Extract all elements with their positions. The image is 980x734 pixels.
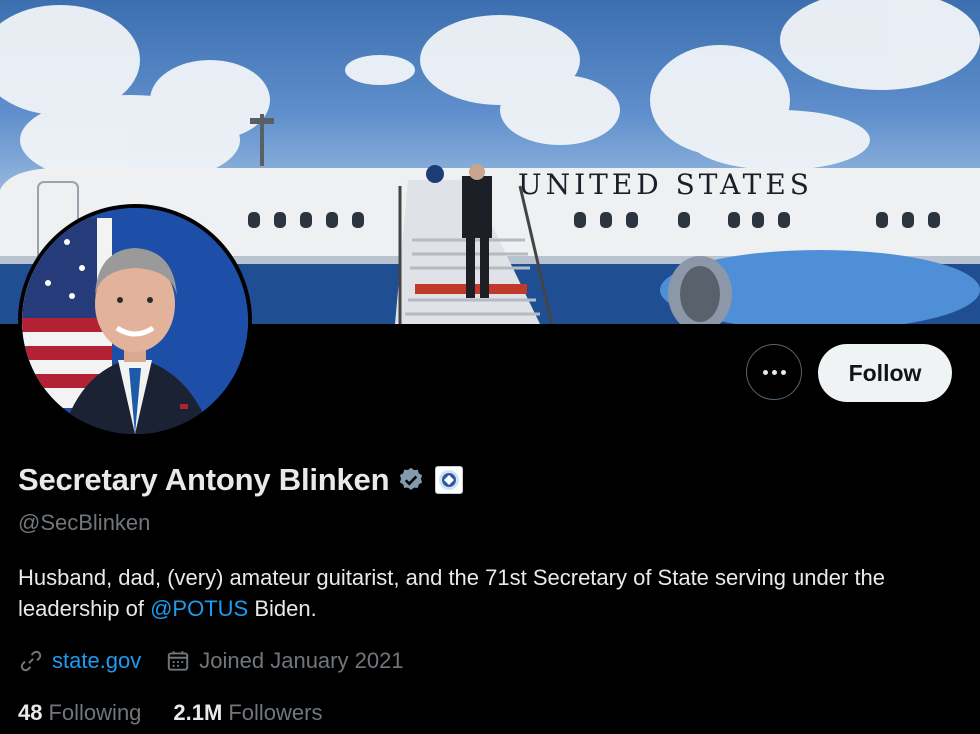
following-label: Following (48, 700, 142, 725)
verified-badge-icon[interactable] (397, 466, 425, 494)
followers-count: 2.1M (173, 700, 223, 725)
calendar-icon (168, 651, 189, 671)
link-icon (20, 650, 42, 672)
government-seal-icon[interactable] (435, 466, 464, 494)
joined-item: Joined January 2021 (165, 648, 404, 674)
more-dots-icon (762, 369, 768, 375)
avatar-frame[interactable] (18, 204, 252, 438)
profile-meta: state.gov Joined January 2021 (18, 648, 428, 674)
display-name: Secretary Antony Blinken (18, 462, 390, 497)
followers-link[interactable]: 2.1M Followers (173, 700, 322, 726)
name-row: Secretary Antony Blinken (18, 462, 464, 498)
avatar-image (22, 208, 248, 434)
follow-stats: 48 Following 2.1M Followers (18, 700, 354, 726)
more-options-button[interactable] (746, 344, 802, 400)
profile-bio: Husband, dad, (very) amateur guitarist, … (18, 562, 958, 624)
bio-text: Husband, dad, (very) amateur guitarist, … (18, 565, 886, 621)
followers-label: Followers (228, 700, 323, 725)
follow-button[interactable]: Follow (818, 344, 952, 402)
joined-date: Joined January 2021 (199, 648, 404, 673)
bio-mention-link[interactable]: @POTUS (150, 596, 248, 621)
aircraft-text: UNITED STATES (518, 168, 813, 201)
following-count: 48 (18, 700, 43, 725)
bio-text-end: Biden. (248, 596, 317, 621)
website-item[interactable]: state.gov (18, 648, 141, 674)
following-link[interactable]: 48 Following (18, 700, 141, 726)
clouds (0, 0, 980, 185)
website-link[interactable]: state.gov (52, 648, 141, 674)
profile-handle: @SecBlinken (18, 510, 151, 535)
avatar[interactable] (22, 208, 248, 434)
